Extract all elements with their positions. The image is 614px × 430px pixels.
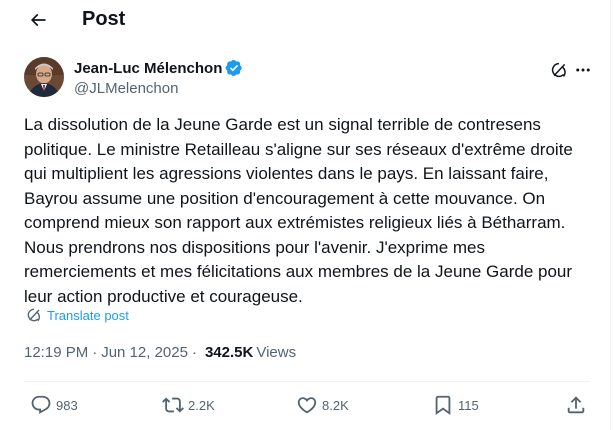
like-button[interactable]: 8.2K (296, 392, 349, 418)
reply-count: 983 (56, 397, 78, 413)
action-bar: 983 2.2K 8.2K 115 (24, 392, 590, 418)
frame-border (610, 0, 611, 430)
bookmark-button[interactable]: 115 (432, 392, 479, 418)
post-time[interactable]: 12:19 PM (24, 344, 88, 361)
name-row: Jean-Luc Mélenchon (74, 59, 243, 77)
share-icon (567, 396, 585, 414)
avatar[interactable] (24, 57, 64, 97)
grok-button[interactable] (548, 59, 570, 81)
views-count: 342.5K (204, 344, 254, 361)
divider (24, 381, 590, 382)
back-arrow-icon (30, 13, 46, 27)
more-icon (576, 68, 590, 72)
translate-link[interactable]: Translate post (26, 307, 129, 323)
post-date[interactable]: Jun 12, 2025 (101, 344, 188, 361)
handle[interactable]: @JLMelenchon (74, 80, 178, 97)
top-bar: Post (0, 0, 614, 40)
verified-badge-icon (226, 59, 243, 77)
translate-icon (27, 308, 40, 322)
bookmark-icon (435, 395, 451, 416)
share-button[interactable] (565, 392, 591, 418)
page-title: Post (82, 8, 126, 30)
repost-icon (162, 397, 184, 413)
meta-separator-2: · (191, 344, 197, 361)
post-meta: 12:19 PM · Jun 12, 2025 · 342.5K Views (24, 344, 296, 361)
display-name[interactable]: Jean-Luc Mélenchon (74, 60, 222, 77)
reply-icon (31, 395, 51, 414)
author-block: Jean-Luc Mélenchon @JLMelenchon (24, 57, 590, 101)
repost-button[interactable]: 2.2K (162, 392, 215, 418)
views-label: Views (256, 344, 297, 361)
more-button[interactable] (572, 59, 594, 81)
reply-button[interactable]: 983 (30, 392, 78, 418)
bookmark-count: 115 (458, 397, 479, 413)
like-icon (297, 397, 317, 414)
back-button[interactable] (24, 6, 52, 34)
like-count: 8.2K (322, 397, 349, 413)
translate-label[interactable]: Translate post (47, 308, 129, 323)
grok-icon (551, 62, 566, 78)
repost-count: 2.2K (188, 397, 215, 413)
tweet-text: La dissolution de la Jeune Garde est un … (24, 115, 573, 306)
meta-separator: · (92, 344, 98, 361)
